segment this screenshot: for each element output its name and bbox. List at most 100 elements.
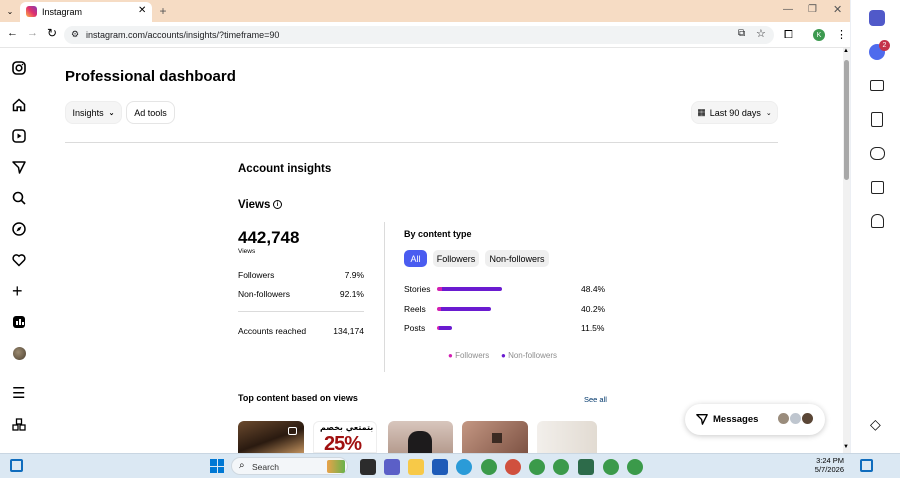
instagram-logo-icon[interactable] xyxy=(12,61,26,75)
home-icon[interactable] xyxy=(12,98,26,112)
followers-label: Followers xyxy=(238,270,275,280)
followers-value: 7.9% xyxy=(344,270,364,280)
see-all-link[interactable]: See all xyxy=(584,395,607,404)
content-type-chart: Stories 48.4% Reels 40.2% Posts 11.5% xyxy=(404,282,614,342)
dashboard-icon[interactable] xyxy=(13,316,25,328)
top-content-thumbnail[interactable] xyxy=(238,421,304,453)
calendar-icon: ▦ xyxy=(697,107,706,117)
search-icon[interactable] xyxy=(12,191,26,205)
chrome-icon[interactable] xyxy=(529,459,545,475)
chrome-icon[interactable] xyxy=(481,459,497,475)
instagram-favicon-icon xyxy=(26,6,37,17)
bookmark-star-icon[interactable]: ☆ xyxy=(756,27,766,40)
calendar-icon[interactable] xyxy=(871,181,884,194)
reels-icon[interactable] xyxy=(12,129,26,143)
tab-close-icon[interactable]: ✕ xyxy=(138,5,146,16)
messages-label: Messages xyxy=(713,414,759,425)
edge-icon[interactable] xyxy=(456,459,472,475)
top-content-thumbnail[interactable] xyxy=(388,421,453,453)
vertical-divider xyxy=(384,222,385,372)
new-tab-icon[interactable]: + xyxy=(156,4,170,18)
chrome-icon[interactable] xyxy=(553,459,569,475)
chart-value-label: 11.5% xyxy=(581,323,605,333)
taskbar-search-placeholder: Search xyxy=(252,462,279,472)
browser-tab[interactable]: Instagram ✕ xyxy=(20,2,152,22)
profile-avatar[interactable]: K xyxy=(813,29,825,41)
accounts-reached-label: Accounts reached xyxy=(238,326,307,336)
reload-icon[interactable]: ↻ xyxy=(47,26,57,40)
address-bar[interactable]: ⚙ instagram.com/accounts/insights/?timef… xyxy=(64,26,774,44)
divider xyxy=(238,311,364,312)
chart-bar-non-followers xyxy=(441,287,502,291)
task-view-icon[interactable] xyxy=(360,459,376,475)
search-icon: ⌕ xyxy=(239,460,245,471)
filter-followers-chip[interactable]: Followers xyxy=(433,250,479,267)
notification-center-icon[interactable] xyxy=(860,459,873,472)
scrollbar-thumb[interactable] xyxy=(844,60,849,180)
messages-button[interactable]: Messages xyxy=(685,404,825,435)
messages-nav-icon[interactable] xyxy=(12,160,26,174)
notifications-heart-icon[interactable] xyxy=(12,253,26,267)
legend-non-followers-label: Non-followers xyxy=(508,351,557,360)
close-window-icon[interactable]: ✕ xyxy=(833,3,842,16)
site-info-icon[interactable]: ⚙ xyxy=(71,29,79,40)
communities-icon[interactable] xyxy=(870,147,885,160)
top-content-thumbnail[interactable] xyxy=(537,421,597,453)
chart-category-label: Stories xyxy=(404,284,431,294)
filter-non-followers-chip[interactable]: Non-followers xyxy=(485,250,549,267)
tab-list-icon[interactable]: ⌄ xyxy=(3,4,17,18)
scroll-down-icon[interactable]: ▼ xyxy=(843,444,849,450)
contacts-icon[interactable] xyxy=(871,112,883,127)
views-caption: Views xyxy=(238,248,256,255)
top-content-heading: Top content based on views xyxy=(238,393,358,403)
extensions-icon[interactable]: ⧠ xyxy=(784,29,793,42)
insights-dropdown[interactable]: Insights ⌄ xyxy=(65,101,122,124)
notification-badge: 2 xyxy=(879,40,890,51)
carousel-icon xyxy=(288,427,297,435)
install-app-icon[interactable]: ⧉ xyxy=(738,28,745,39)
create-icon[interactable]: + xyxy=(12,282,23,300)
snipping-tool-icon[interactable] xyxy=(578,459,594,475)
chrome-icon[interactable] xyxy=(627,459,643,475)
taskbar-search[interactable]: ⌕ Search xyxy=(231,457,348,475)
restore-icon[interactable]: ❐ xyxy=(808,4,817,15)
profile-avatar-nav[interactable] xyxy=(13,347,26,360)
teams-taskbar-icon[interactable] xyxy=(384,459,400,475)
video-call-icon[interactable] xyxy=(870,80,884,91)
page-title: Professional dashboard xyxy=(65,68,236,85)
store-icon[interactable] xyxy=(432,459,448,475)
chart-category-label: Reels xyxy=(404,303,426,314)
premium-diamond-icon[interactable]: ◇ xyxy=(870,416,881,433)
top-content-thumbnail[interactable]: بتمتعي بخصم 25% xyxy=(313,421,377,453)
scroll-up-icon[interactable]: ▲ xyxy=(843,48,849,54)
file-explorer-icon[interactable] xyxy=(408,459,424,475)
widgets-icon[interactable] xyxy=(10,459,23,472)
timeframe-dropdown[interactable]: ▦ Last 90 days ⌄ xyxy=(691,101,778,124)
top-content-thumbnail[interactable] xyxy=(462,421,528,453)
clock-time: 3:24 PM xyxy=(816,456,844,465)
bell-icon[interactable] xyxy=(871,214,884,228)
content-type-heading: By content type xyxy=(404,229,472,239)
ad-tools-button[interactable]: Ad tools xyxy=(126,101,175,124)
explore-icon[interactable] xyxy=(12,222,26,236)
minimize-icon[interactable]: — xyxy=(783,4,793,15)
avatar xyxy=(801,412,814,425)
browser-menu-icon[interactable]: ⋮ xyxy=(836,28,847,41)
filter-all-chip[interactable]: All xyxy=(404,250,427,267)
insights-label: Insights xyxy=(72,107,104,118)
clock[interactable]: 3:24 PM 5/7/2026 xyxy=(808,456,844,474)
info-icon[interactable]: i xyxy=(273,200,282,209)
teams-icon[interactable] xyxy=(869,10,885,26)
back-icon[interactable]: ← xyxy=(7,27,18,39)
chrome-icon[interactable] xyxy=(505,459,521,475)
chrome-icon[interactable] xyxy=(603,459,619,475)
chevron-down-icon: ⌄ xyxy=(108,109,115,117)
views-heading: Views xyxy=(238,199,271,211)
page-scrollbar[interactable]: ▲ ▼ xyxy=(843,48,850,453)
forward-icon[interactable]: → xyxy=(27,27,38,39)
windows-start-icon[interactable] xyxy=(210,459,224,473)
divider xyxy=(65,142,778,143)
chevron-down-icon: ⌄ xyxy=(765,109,772,117)
more-menu-icon[interactable]: ☰ xyxy=(12,386,25,401)
also-from-meta-icon[interactable] xyxy=(12,418,26,432)
